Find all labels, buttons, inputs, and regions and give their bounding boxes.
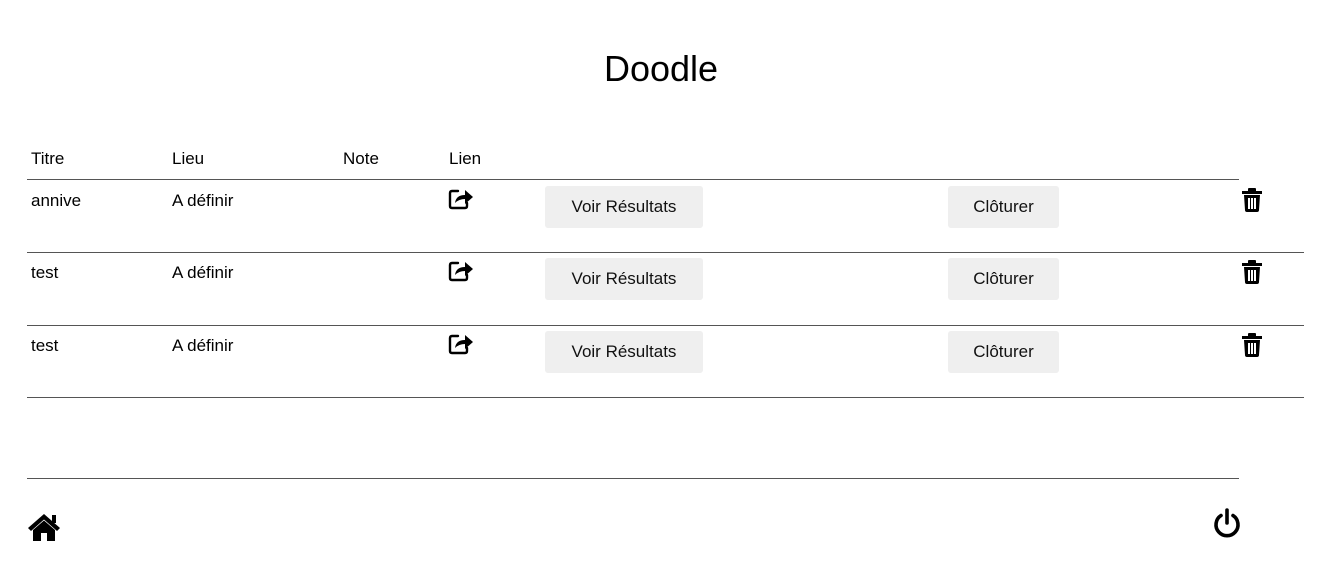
trash-icon[interactable] <box>1241 260 1263 284</box>
share-icon[interactable] <box>448 186 474 210</box>
header-divider <box>27 179 1239 180</box>
header-titre: Titre <box>31 149 65 168</box>
header-note: Note <box>343 149 379 168</box>
header-lieu: Lieu <box>172 149 205 168</box>
share-icon[interactable] <box>448 331 474 355</box>
row-titre: annive <box>31 191 82 210</box>
close-poll-button[interactable]: Clôturer <box>948 186 1059 228</box>
trash-icon[interactable] <box>1241 188 1263 212</box>
row-divider <box>27 325 1304 326</box>
home-icon[interactable] <box>27 512 61 542</box>
view-results-button[interactable]: Voir Résultats <box>545 258 703 300</box>
row-lieu: A définir <box>172 336 234 355</box>
row-titre: test <box>31 263 59 282</box>
close-poll-button[interactable]: Clôturer <box>948 258 1059 300</box>
share-icon[interactable] <box>448 258 474 282</box>
doodle-page: Doodle Titre Lieu Note Lien annive A déf… <box>0 0 1322 563</box>
row-lieu: A définir <box>172 263 234 282</box>
footer-divider <box>27 478 1239 479</box>
row-divider <box>27 397 1304 398</box>
row-titre: test <box>31 336 59 355</box>
view-results-button[interactable]: Voir Résultats <box>545 186 703 228</box>
close-poll-button[interactable]: Clôturer <box>948 331 1059 373</box>
view-results-button[interactable]: Voir Résultats <box>545 331 703 373</box>
page-title: Doodle <box>603 48 719 89</box>
power-icon[interactable] <box>1212 508 1242 540</box>
trash-icon[interactable] <box>1241 333 1263 357</box>
row-divider <box>27 252 1304 253</box>
header-lien: Lien <box>449 149 482 168</box>
row-lieu: A définir <box>172 191 234 210</box>
